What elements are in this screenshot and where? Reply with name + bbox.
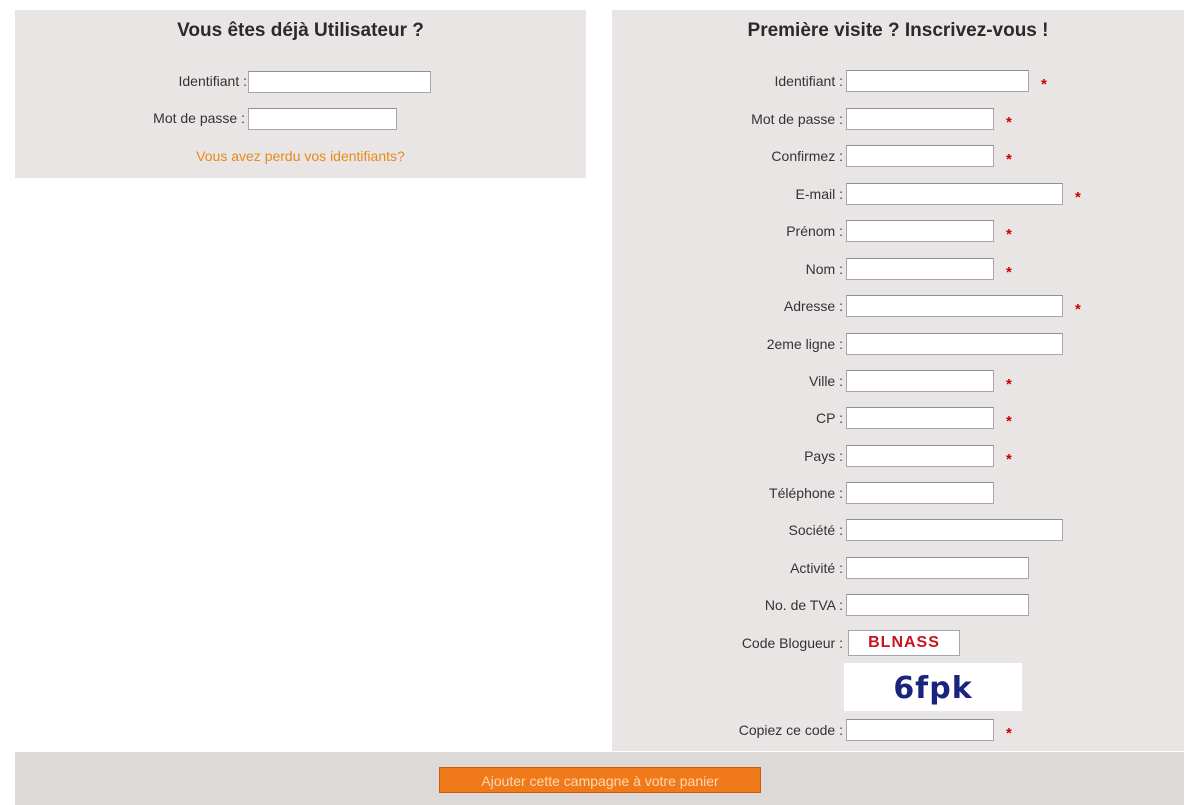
- register-title: Première visite ? Inscrivez-vous !: [747, 20, 1049, 41]
- captcha-input[interactable]: [846, 719, 994, 741]
- reg-identifiant-row: Identifiant :: [612, 70, 844, 94]
- reg-activite-label: Activité :: [790, 560, 843, 576]
- required-marker: *: [1006, 376, 1012, 393]
- login-identifiant-label: Identifiant :: [178, 73, 248, 89]
- reg-ville-input[interactable]: [846, 370, 994, 392]
- reg-cp-input[interactable]: [846, 407, 994, 429]
- reg-ligne2-row: 2eme ligne :: [612, 333, 843, 357]
- reg-blogger-row: Code Blogueur :: [612, 632, 843, 656]
- reg-ligne2-label: 2eme ligne :: [766, 336, 843, 352]
- reg-confirm-input[interactable]: [846, 145, 994, 167]
- reg-email-input[interactable]: [846, 183, 1063, 205]
- reg-telephone-row: Téléphone :: [612, 482, 843, 506]
- reg-societe-input[interactable]: [846, 519, 1063, 541]
- reg-cp-label: CP :: [816, 410, 843, 426]
- reg-confirm-label: Confirmez :: [771, 148, 843, 164]
- reg-telephone-label: Téléphone :: [769, 485, 843, 501]
- required-marker: *: [1041, 76, 1047, 93]
- reg-tva-label: No. de TVA :: [764, 597, 843, 613]
- reg-identifiant-input[interactable]: [846, 70, 1029, 92]
- reg-tva-input[interactable]: [846, 594, 1029, 616]
- reg-email-row: E-mail :: [612, 183, 843, 207]
- login-password-label: Mot de passe :: [153, 110, 245, 126]
- register-panel: Première visite ? Inscrivez-vous ! Ident…: [612, 10, 1184, 751]
- reg-copy-code-label: Copiez ce code :: [738, 722, 843, 738]
- reg-adresse-input[interactable]: [846, 295, 1063, 317]
- add-to-cart-button[interactable]: Ajouter cette campagne à votre panier: [439, 767, 761, 793]
- reg-nom-input[interactable]: [846, 258, 994, 280]
- reg-societe-row: Société :: [612, 519, 843, 543]
- reg-activite-input[interactable]: [846, 557, 1029, 579]
- required-marker: *: [1006, 264, 1012, 281]
- required-marker: *: [1075, 301, 1081, 318]
- required-marker: *: [1006, 451, 1012, 468]
- required-marker: *: [1006, 413, 1012, 430]
- reg-prenom-input[interactable]: [846, 220, 994, 242]
- login-identifiant-row: Identifiant :: [15, 70, 248, 94]
- reg-societe-label: Société :: [788, 522, 843, 538]
- bottom-action-bar: Ajouter cette campagne à votre panier: [15, 752, 1184, 805]
- required-marker: *: [1006, 725, 1012, 742]
- reg-copy-code-row: Copiez ce code :: [612, 719, 843, 743]
- login-title: Vous êtes déjà Utilisateur ?: [177, 20, 424, 41]
- captcha-graphic: 6fpk: [893, 671, 972, 706]
- login-password-input[interactable]: [248, 108, 397, 130]
- forgot-credentials-link[interactable]: Vous avez perdu vos identifiants?: [15, 148, 586, 164]
- reg-email-label: E-mail :: [795, 186, 843, 202]
- reg-confirm-row: Confirmez :: [612, 145, 843, 169]
- captcha-image: 6fpk: [844, 663, 1022, 711]
- reg-pays-row: Pays :: [612, 445, 843, 469]
- reg-pays-input[interactable]: [846, 445, 994, 467]
- reg-nom-label: Nom :: [805, 261, 843, 277]
- required-marker: *: [1075, 189, 1081, 206]
- reg-blogger-label: Code Blogueur :: [741, 635, 843, 651]
- captcha-text: 6fpk: [893, 671, 972, 706]
- reg-password-row: Mot de passe :: [612, 108, 843, 132]
- required-marker: *: [1006, 114, 1012, 131]
- reg-activite-row: Activité :: [612, 557, 843, 581]
- reg-prenom-label: Prénom :: [786, 223, 843, 239]
- reg-adresse-row: Adresse :: [612, 295, 843, 319]
- reg-prenom-row: Prénom :: [612, 220, 843, 244]
- reg-password-label: Mot de passe :: [751, 111, 843, 127]
- reg-pays-label: Pays :: [804, 448, 843, 464]
- reg-ville-row: Ville :: [612, 370, 843, 394]
- reg-cp-row: CP :: [612, 407, 843, 431]
- blogger-code-box: BLNASS: [848, 630, 960, 656]
- reg-identifiant-label: Identifiant :: [774, 73, 844, 89]
- reg-adresse-label: Adresse :: [783, 298, 843, 314]
- reg-telephone-input[interactable]: [846, 482, 994, 504]
- login-password-row: Mot de passe :: [15, 107, 245, 131]
- reg-password-input[interactable]: [846, 108, 994, 130]
- reg-ligne2-input[interactable]: [846, 333, 1063, 355]
- login-panel: Vous êtes déjà Utilisateur ? Identifiant…: [15, 10, 586, 178]
- reg-nom-row: Nom :: [612, 258, 843, 282]
- reg-ville-label: Ville :: [809, 373, 843, 389]
- login-identifiant-input[interactable]: [248, 71, 431, 93]
- reg-tva-row: No. de TVA :: [612, 594, 843, 618]
- required-marker: *: [1006, 151, 1012, 168]
- required-marker: *: [1006, 226, 1012, 243]
